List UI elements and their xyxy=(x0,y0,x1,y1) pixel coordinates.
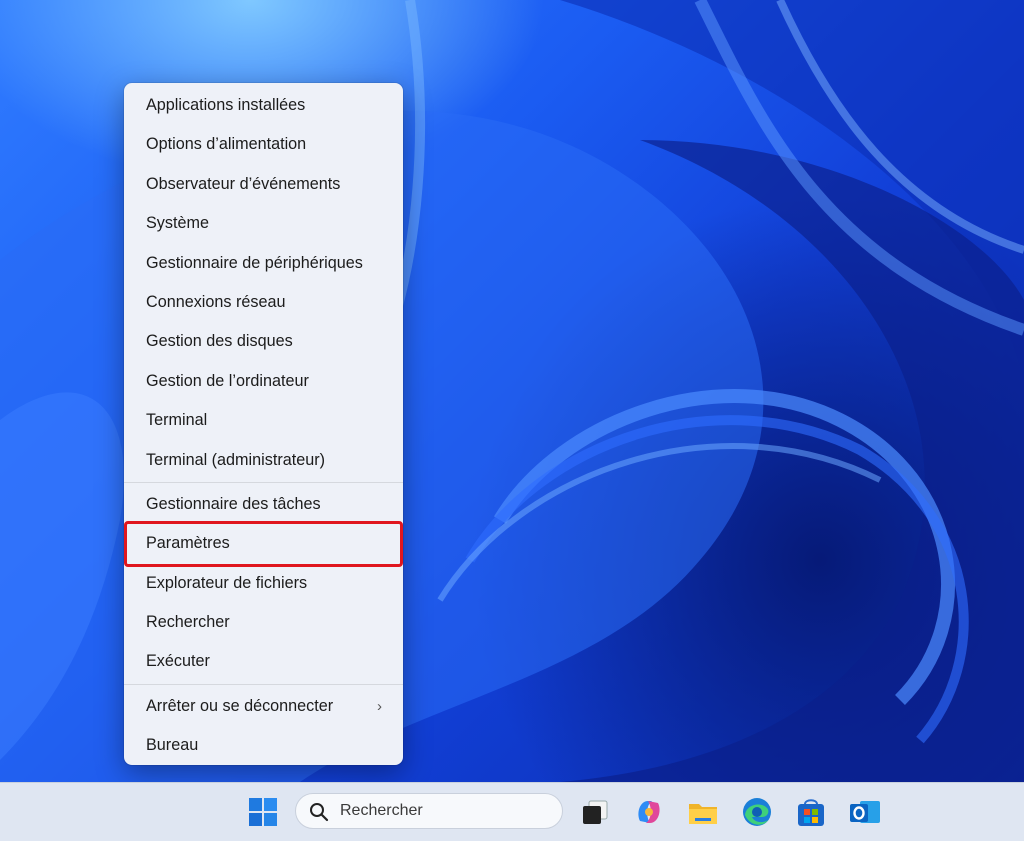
menu-item-event-viewer[interactable]: Observateur d’événements xyxy=(127,165,400,204)
desktop-wallpaper: Applications installées Options d’alimen… xyxy=(0,0,1024,782)
menu-item-terminal[interactable]: Terminal xyxy=(127,401,400,440)
menu-item-file-explorer[interactable]: Explorateur de fichiers xyxy=(127,564,400,603)
file-explorer-icon[interactable] xyxy=(686,795,720,829)
edge-icon[interactable] xyxy=(740,795,774,829)
menu-item-disk-management[interactable]: Gestion des disques xyxy=(127,322,400,361)
menu-item-installed-apps[interactable]: Applications installées xyxy=(127,86,400,125)
menu-item-settings[interactable]: Paramètres xyxy=(124,521,403,567)
store-icon[interactable] xyxy=(794,795,828,829)
menu-item-run[interactable]: Exécuter xyxy=(127,642,400,681)
menu-item-shutdown[interactable]: Arrêter ou se déconnecter › xyxy=(127,687,400,726)
taskbar: Rechercher xyxy=(0,782,1024,841)
task-view-icon[interactable] xyxy=(578,795,612,829)
menu-item-computer-management[interactable]: Gestion de l’ordinateur xyxy=(127,362,400,401)
search-icon xyxy=(310,803,329,822)
windows-start-icon[interactable] xyxy=(246,795,280,829)
menu-item-system[interactable]: Système xyxy=(127,204,400,243)
menu-item-search[interactable]: Rechercher xyxy=(127,603,400,642)
menu-item-desktop[interactable]: Bureau xyxy=(127,726,400,765)
taskbar-search-box[interactable]: Rechercher xyxy=(295,793,563,829)
menu-item-task-manager[interactable]: Gestionnaire des tâches xyxy=(127,485,400,524)
winx-context-menu: Applications installées Options d’alimen… xyxy=(124,83,403,765)
menu-item-shutdown-label: Arrêter ou se déconnecter xyxy=(146,696,334,715)
menu-separator xyxy=(124,481,403,483)
copilot-icon[interactable] xyxy=(632,795,666,829)
menu-item-network-connections[interactable]: Connexions réseau xyxy=(127,283,400,322)
menu-separator xyxy=(124,683,403,685)
chevron-right-icon: › xyxy=(377,697,382,715)
menu-item-power-options[interactable]: Options d’alimentation xyxy=(127,125,400,164)
menu-item-terminal-admin[interactable]: Terminal (administrateur) xyxy=(127,441,400,480)
outlook-icon[interactable] xyxy=(848,795,882,829)
menu-item-device-manager[interactable]: Gestionnaire de périphériques xyxy=(127,244,400,283)
search-placeholder: Rechercher xyxy=(340,802,423,819)
